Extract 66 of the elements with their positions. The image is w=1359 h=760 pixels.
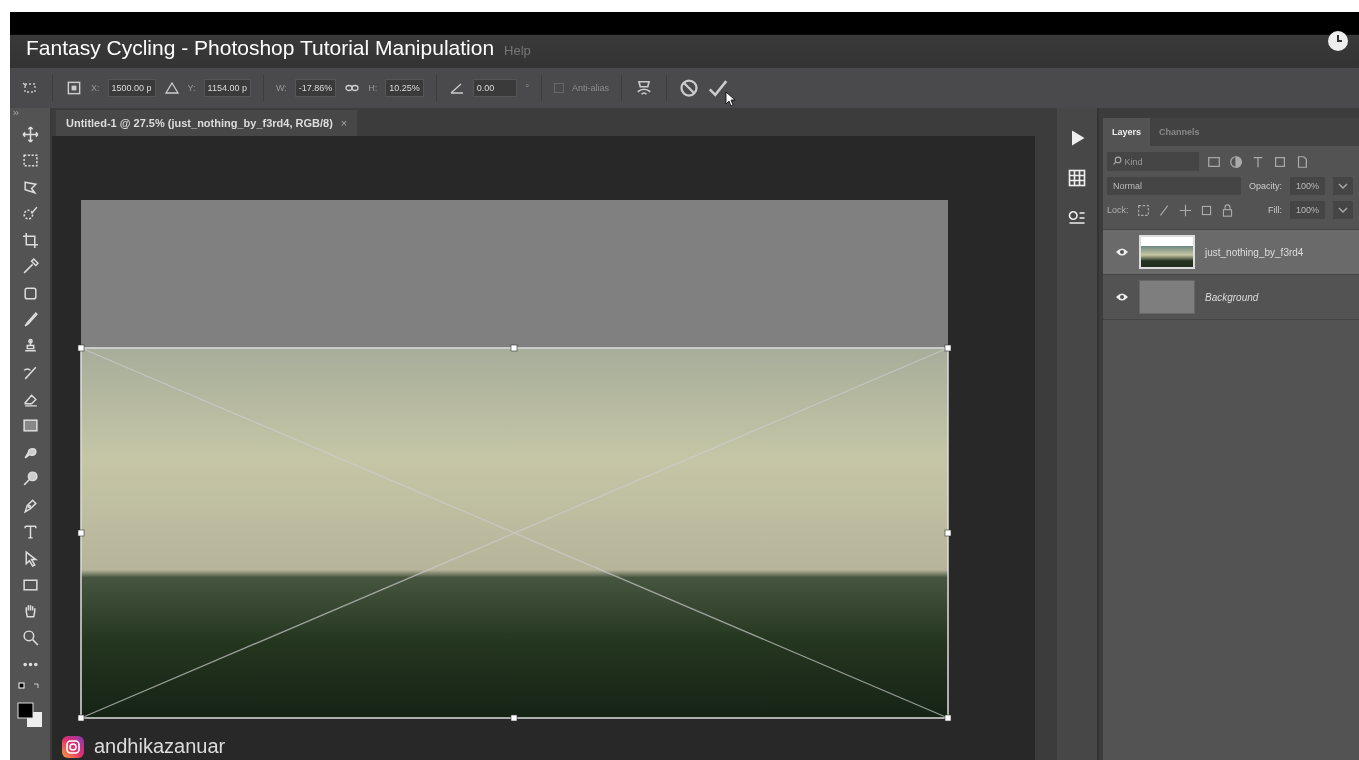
type-icon[interactable] — [21, 523, 39, 540]
close-tab-button[interactable]: × — [340, 117, 348, 129]
dodge-icon[interactable] — [21, 470, 39, 487]
h-label: H: — [368, 83, 378, 93]
marquee-icon[interactable] — [21, 152, 39, 169]
layer-row[interactable]: just_nothing_by_f3rd4 — [1103, 230, 1359, 275]
lasso-icon[interactable] — [21, 178, 39, 196]
layer-name: just_nothing_by_f3rd4 — [1205, 246, 1304, 258]
fill-field[interactable]: 100% — [1289, 201, 1325, 219]
fill-label: Fill: — [1267, 205, 1282, 215]
adjustment-filter-icon[interactable] — [1229, 154, 1243, 169]
degree-label: ° — [525, 83, 529, 93]
type-filter-icon[interactable] — [1251, 154, 1265, 169]
layer-thumbnail — [1139, 235, 1195, 269]
gradient-icon[interactable] — [21, 417, 39, 434]
channel-handle: andhikazanuar — [94, 735, 226, 758]
lock-label: Lock: — [1107, 205, 1129, 215]
quick-select-icon[interactable] — [21, 205, 39, 222]
opacity-field[interactable]: 100% — [1289, 177, 1325, 195]
eye-icon[interactable] — [1115, 292, 1129, 302]
cancel-icon — [679, 78, 699, 98]
cursor-icon — [725, 91, 737, 107]
pen-icon[interactable] — [21, 496, 39, 514]
y-field[interactable]: 1154.00 p — [203, 79, 251, 97]
blend-mode-dropdown[interactable]: Normal — [1107, 177, 1241, 195]
document-title: Untitled-1 @ 27.5% (just_nothing_by_f3rd4, RGB/8) — [66, 117, 333, 129]
lock-all-icon[interactable] — [1220, 203, 1234, 217]
eye-icon[interactable] — [1115, 247, 1129, 257]
clock-icon[interactable] — [1327, 30, 1349, 52]
document-tab[interactable]: Untitled-1 @ 27.5% (just_nothing_by_f3rd4, RGB/8) × — [56, 110, 358, 136]
shape-filter-icon[interactable] — [1273, 154, 1287, 169]
width-field[interactable]: -17.86% — [294, 79, 337, 97]
lock-position-icon[interactable] — [1178, 203, 1192, 217]
swap-colors-icon[interactable] — [18, 682, 42, 692]
x-label: X: — [91, 83, 100, 93]
fill-dropdown-icon[interactable] — [1333, 201, 1353, 219]
color-swatches-icon[interactable] — [17, 701, 43, 728]
history-brush-icon[interactable] — [21, 364, 39, 381]
search-icon — [1113, 156, 1122, 165]
opacity-dropdown-icon[interactable] — [1333, 177, 1353, 195]
move-icon[interactable] — [21, 125, 39, 143]
grid-icon[interactable] — [1067, 168, 1087, 188]
filter-placeholder: Kind — [1124, 157, 1143, 167]
crop-icon[interactable] — [21, 231, 39, 249]
opacity-label: Opacity: — [1248, 181, 1282, 191]
y-label: Y: — [187, 83, 196, 93]
delta-icon — [163, 80, 180, 96]
angle-field[interactable]: 0.00 — [472, 79, 518, 97]
instagram-icon — [62, 735, 84, 758]
height-field[interactable]: 10.25% — [385, 79, 424, 97]
reference-grid-icon — [65, 79, 83, 97]
image-filter-icon[interactable] — [1207, 154, 1221, 169]
layer-name: Background — [1205, 291, 1259, 303]
smart-object-filter-icon[interactable] — [1295, 154, 1309, 169]
filter-field[interactable]: Kind — [1107, 152, 1199, 171]
layer-thumbnail — [1139, 280, 1195, 314]
lock-artboard-icon[interactable] — [1199, 203, 1213, 217]
collapse-arrows-icon[interactable] — [12, 110, 20, 116]
zoom-icon[interactable] — [21, 629, 39, 646]
lock-paint-icon[interactable] — [1157, 203, 1171, 217]
w-label: W: — [275, 83, 287, 93]
lock-pixels-icon[interactable] — [1136, 203, 1150, 217]
layer-row[interactable]: Background — [1103, 275, 1359, 320]
video-title: Fantasy Cycling - Photoshop Tutorial Manipulation — [26, 36, 495, 60]
x-field[interactable]: 1500.00 p — [107, 79, 156, 97]
panel-tab[interactable]: Layers — [1103, 118, 1151, 146]
